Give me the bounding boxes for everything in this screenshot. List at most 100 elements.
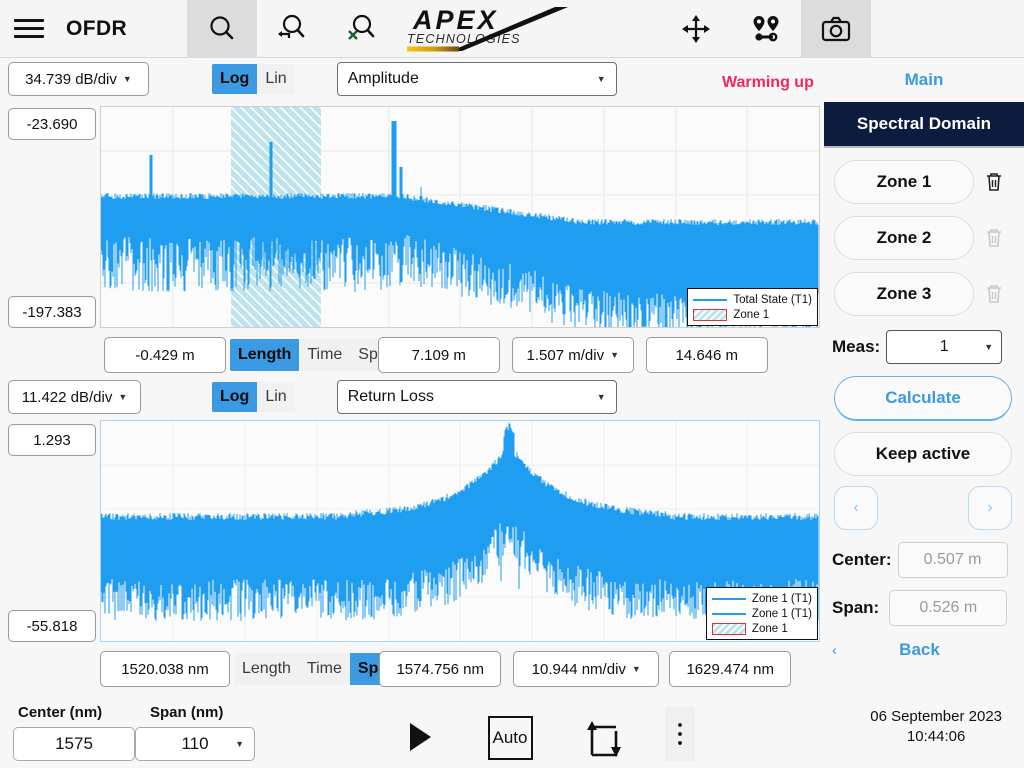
ofdr-application: OFDR APEX TECHNOLOGIES 34.739 dB/div ▼ L… — [0, 0, 1024, 768]
chart2-x-controls: 1520.038 nm Length Time Spe 1574.756 nm … — [100, 651, 792, 687]
more-options-button[interactable] — [665, 707, 695, 761]
app-title: OFDR — [66, 16, 128, 40]
legend-label: Zone 1 — [733, 308, 770, 321]
chart1-x-mode-toggle: Length Time Spe — [230, 339, 395, 371]
chart1-x-stop-input[interactable]: 14.646 m — [645, 337, 768, 373]
calculate-button[interactable]: Calculate — [834, 376, 1012, 420]
zoom-clear-button[interactable] — [327, 0, 397, 58]
chart2-xmode-length[interactable]: Length — [234, 653, 299, 685]
chart2-x-center-input[interactable]: 1574.756 nm — [379, 651, 502, 687]
meas-select[interactable]: 1 ▼ — [886, 330, 1003, 364]
legend-label: Zone 1 — [751, 622, 788, 635]
play-button[interactable] — [398, 715, 442, 759]
chart2-scale-dropdown[interactable]: 11.422 dB/div ▼ — [8, 380, 141, 414]
chart1-y-min-input[interactable]: -197.383 — [8, 296, 96, 328]
legend-hatch-swatch — [711, 622, 746, 635]
single-repeat-icon — [587, 721, 621, 757]
chart2-log-lin-toggle: Log Lin — [212, 382, 295, 412]
sidebar-zone-3-button[interactable]: Zone 3 — [834, 272, 974, 316]
auto-button[interactable]: Auto — [485, 715, 535, 761]
auto-label: Auto — [487, 716, 533, 760]
apex-logo: APEX TECHNOLOGIES — [397, 0, 627, 58]
chart2-x-div-value: 10.944 nm/div — [531, 660, 626, 678]
sidebar-main-tab[interactable]: Main — [905, 70, 944, 90]
chart2-x-mode-toggle: Length Time Spe — [234, 653, 396, 685]
markers-icon — [753, 15, 779, 41]
pan-move-button[interactable] — [661, 0, 731, 58]
sidebar-zone-1-button[interactable]: Zone 1 — [834, 160, 974, 204]
chart1-x-controls: -0.429 m Length Time Spe 7.109 m 1.507 m… — [104, 337, 768, 373]
chart2-y-min-input[interactable]: -55.818 — [8, 610, 96, 642]
chart1-measure-select[interactable]: Amplitude ▼ — [336, 62, 617, 96]
center-label: Center: — [832, 550, 892, 569]
legend-label: Zone 1 (T1) — [751, 592, 812, 605]
time-text: 10:44:06 — [906, 728, 966, 745]
chart2-log-button[interactable]: Log — [212, 382, 258, 412]
zoom-undo-button[interactable] — [257, 0, 327, 58]
next-zone-button[interactable]: › — [968, 486, 1012, 530]
hamburger-menu-icon[interactable] — [0, 0, 58, 58]
center-value-input[interactable]: 0.507 m — [897, 542, 1008, 578]
chart1-x-start-input[interactable]: -0.429 m — [104, 337, 226, 373]
legend-entry: Total State (T1) — [693, 292, 812, 307]
chart1-y-max-input[interactable]: -23.690 — [8, 108, 96, 140]
bottom-span-dropdown[interactable]: 110 ▼ — [135, 727, 255, 761]
chart2-x-div-dropdown[interactable]: 10.944 nm/div ▼ — [513, 651, 660, 687]
sweep-mode-button[interactable] — [582, 715, 628, 761]
markers-button[interactable] — [731, 0, 801, 58]
chart1-scale-dropdown[interactable]: 34.739 dB/div ▼ — [8, 62, 149, 96]
bottom-span-value: 110 — [181, 734, 209, 753]
keep-active-button[interactable]: Keep active — [834, 432, 1012, 476]
sidebar-zone-2-button[interactable]: Zone 2 — [834, 216, 974, 260]
bottom-span-label: Span (nm) — [150, 704, 224, 721]
bottom-bar: Center (nm) 1575 Span (nm) 110 ▼ Auto 06… — [0, 695, 1024, 768]
apex-logo-icon: APEX TECHNOLOGIES — [407, 5, 569, 51]
chart1-plot-area[interactable]: Total State (T1) Zone 1 — [100, 106, 820, 328]
trash-icon — [987, 285, 1001, 303]
chart2-plot-area[interactable]: Zone 1 (T1) Zone 1 (T1) Zone 1 — [100, 420, 820, 642]
chart1-log-button[interactable]: Log — [212, 64, 258, 94]
chart1-x-div-value: 1.507 m/div — [526, 346, 605, 364]
back-button[interactable]: Back — [837, 640, 1002, 660]
chart2-xmode-time[interactable]: Time — [299, 653, 350, 685]
chart1-xmode-length[interactable]: Length — [230, 339, 300, 371]
legend-hatch-swatch — [693, 308, 728, 321]
legend-line-swatch — [693, 298, 728, 301]
legend-entry: Zone 1 — [693, 307, 812, 322]
chevron-down-icon: ▼ — [984, 342, 994, 352]
chart1-x-center-input[interactable]: 7.109 m — [377, 337, 500, 373]
datetime-display: 06 September 2023 10:44:06 — [870, 707, 1002, 747]
bottom-center-input[interactable]: 1575 — [13, 727, 135, 761]
chart1-lin-button[interactable]: Lin — [257, 64, 294, 94]
zone-row-1: Zone 1 — [834, 160, 1024, 204]
chart1-xmode-time[interactable]: Time — [299, 339, 350, 371]
span-value-input[interactable]: 0.526 m — [889, 590, 1008, 626]
span-label: Span: — [832, 598, 880, 617]
chart2-y-max-input[interactable]: 1.293 — [8, 424, 96, 456]
zone-1-delete-button[interactable] — [974, 171, 1014, 193]
chart2-measure-select[interactable]: Return Loss ▼ — [336, 380, 617, 414]
chart1-x-div-dropdown[interactable]: 1.507 m/div ▼ — [511, 337, 634, 373]
screenshot-camera-button[interactable] — [801, 0, 872, 58]
chart2-x-stop-input[interactable]: 1629.474 nm — [669, 651, 792, 687]
zoom-icon-button[interactable] — [187, 0, 258, 58]
chart2-x-start-input[interactable]: 1520.038 nm — [100, 651, 230, 687]
previous-zone-button[interactable]: ‹ — [834, 486, 878, 530]
legend-entry: Zone 1 (T1) — [711, 591, 812, 606]
chevron-down-icon: ▼ — [235, 739, 244, 749]
chart1-scale-value: 34.739 dB/div — [25, 70, 117, 88]
zone-2-delete-button[interactable] — [974, 227, 1014, 249]
chart1-legend: Total State (T1) Zone 1 — [687, 288, 818, 326]
chart2-lin-button[interactable]: Lin — [257, 382, 294, 412]
bottom-center-label: Center (nm) — [18, 704, 103, 721]
chevron-down-icon: ▼ — [596, 74, 606, 84]
meas-value: 1 — [939, 338, 949, 355]
zone-3-delete-button[interactable] — [974, 283, 1014, 305]
more-vertical-icon — [678, 723, 682, 745]
zone-navigation: ‹ › — [834, 486, 1012, 530]
chevron-down-icon: ▼ — [610, 350, 619, 360]
legend-line-swatch — [711, 612, 746, 615]
trash-icon — [987, 173, 1001, 191]
play-icon — [410, 723, 431, 751]
legend-entry: Zone 1 — [711, 621, 812, 636]
